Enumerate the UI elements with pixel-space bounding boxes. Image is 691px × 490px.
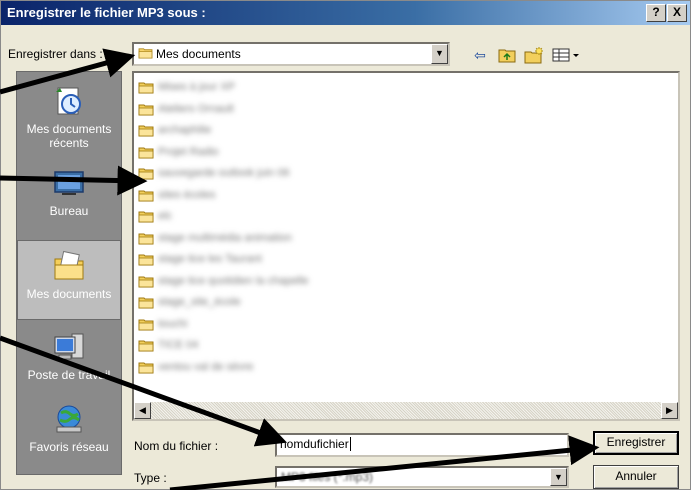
recent-documents-icon [56, 87, 81, 115]
list-item[interactable]: stage multimédia animation [138, 230, 378, 248]
file-name: Ateliers Ornault [158, 102, 234, 115]
filename-input[interactable]: nomdufichier [275, 433, 569, 457]
save-dialog: Enregistrer le fichier MP3 sous : ? X En… [0, 0, 691, 490]
view-menu-icon[interactable] [551, 45, 581, 65]
save-button[interactable]: Enregistrer [593, 431, 679, 455]
folder-icon [138, 276, 154, 287]
folder-icon [138, 297, 154, 309]
folder-icon [138, 254, 154, 266]
filename-value: nomdufichier [280, 437, 349, 451]
folder-icon [138, 319, 154, 330]
file-name: Mises à jour XP [158, 81, 236, 93]
folder-icon [138, 233, 154, 244]
chevron-down-icon[interactable]: ▼ [550, 468, 567, 486]
list-item[interactable]: Mises à jour XP [138, 79, 378, 97]
close-button[interactable]: X [667, 4, 687, 22]
cancel-button[interactable]: Annuler [593, 465, 679, 489]
file-name: elc [158, 210, 173, 222]
places-bar: Mes documents récents Bureau Mes documen… [16, 71, 122, 475]
filetype-label: Type : [134, 471, 167, 485]
place-label: Bureau [49, 204, 89, 218]
folder-icon [138, 82, 154, 94]
list-item[interactable]: stage_site_école [138, 294, 378, 312]
file-name: ventou val de sèvre [158, 360, 254, 373]
save-in-combo[interactable]: Mes documents ▼ [132, 42, 450, 66]
help-button[interactable]: ? [646, 4, 666, 22]
list-item[interactable]: ventou val de sèvre [138, 359, 378, 377]
save-in-value: Mes documents [156, 47, 241, 61]
chevron-down-icon[interactable]: ▼ [431, 44, 448, 64]
list-item[interactable]: elc [138, 208, 378, 226]
file-name: stage multimédia animation [158, 231, 292, 244]
place-label: Mes documents [26, 287, 112, 301]
filename-label: Nom du fichier : [134, 439, 219, 453]
folder-icon [138, 362, 154, 373]
list-item[interactable]: sites écoles [138, 187, 378, 205]
new-folder-icon[interactable] [523, 45, 545, 65]
file-name: Projet Radio [158, 145, 219, 158]
back-arrow-icon[interactable]: ⇦ [469, 45, 491, 65]
list-item[interactable]: stage tice quotidien la chapelle [138, 273, 378, 291]
dialog-title: Enregistrer le fichier MP3 sous : [7, 5, 206, 20]
scroll-right-icon[interactable]: ▶ [661, 402, 678, 419]
folder-icon [138, 168, 154, 180]
scroll-left-icon[interactable]: ◀ [134, 402, 151, 419]
file-name: stage tice quotidien la chapelle [158, 274, 309, 287]
folder-icon [138, 104, 154, 115]
my-computer-icon [54, 333, 84, 360]
place-my-computer[interactable]: Poste de travail [17, 322, 121, 402]
place-my-documents[interactable]: Mes documents [17, 240, 121, 320]
file-name: sauvegarde outlook juin 06 [158, 167, 290, 179]
filetype-combo[interactable]: MP3 files (*.mp3) ▼ [275, 466, 569, 488]
place-label: Poste de travail [27, 368, 111, 382]
place-network[interactable]: Favoris réseau [17, 394, 121, 474]
folder-icon [138, 190, 154, 201]
file-name: TICE 04 [158, 339, 199, 351]
folder-icon [138, 125, 154, 137]
title-bar: Enregistrer le fichier MP3 sous : [1, 1, 690, 25]
list-item[interactable]: sauvegarde outlook juin 06 [138, 165, 378, 183]
list-item[interactable]: Ateliers Ornault [138, 101, 378, 119]
up-folder-icon[interactable] [496, 45, 518, 65]
file-name: stage tice les Taurant [158, 253, 262, 265]
list-item[interactable]: Projet Radio [138, 144, 378, 162]
folder-icon [138, 340, 154, 352]
place-recent-documents[interactable]: Mes documents récents [17, 76, 121, 156]
place-label: Mes documents récents [26, 122, 112, 150]
list-item[interactable]: archaphilie [138, 122, 378, 140]
folder-icon [138, 48, 153, 59]
folder-icon [138, 147, 154, 158]
folder-icon [138, 211, 154, 223]
horizontal-scrollbar[interactable]: ◀ ▶ [134, 402, 678, 419]
file-name: sites écoles [158, 188, 216, 201]
file-list[interactable]: Mises à jour XP Ateliers Ornault archaphil… [132, 71, 680, 421]
list-item[interactable]: touchi [138, 316, 378, 334]
place-desktop[interactable]: Bureau [17, 158, 121, 238]
file-name: touchi [158, 317, 188, 330]
list-item[interactable]: TICE 04 [138, 337, 378, 355]
network-places-icon [56, 405, 82, 433]
desktop-icon [54, 171, 84, 195]
place-label: Favoris réseau [29, 440, 109, 454]
save-in-label: Enregistrer dans : [8, 47, 103, 61]
list-item[interactable]: stage tice les Taurant [138, 251, 378, 269]
my-documents-icon [54, 250, 84, 280]
file-name: stage_site_école [158, 296, 241, 308]
file-name: archaphilie [158, 124, 212, 136]
filetype-value: MP3 files (*.mp3) [281, 470, 374, 484]
